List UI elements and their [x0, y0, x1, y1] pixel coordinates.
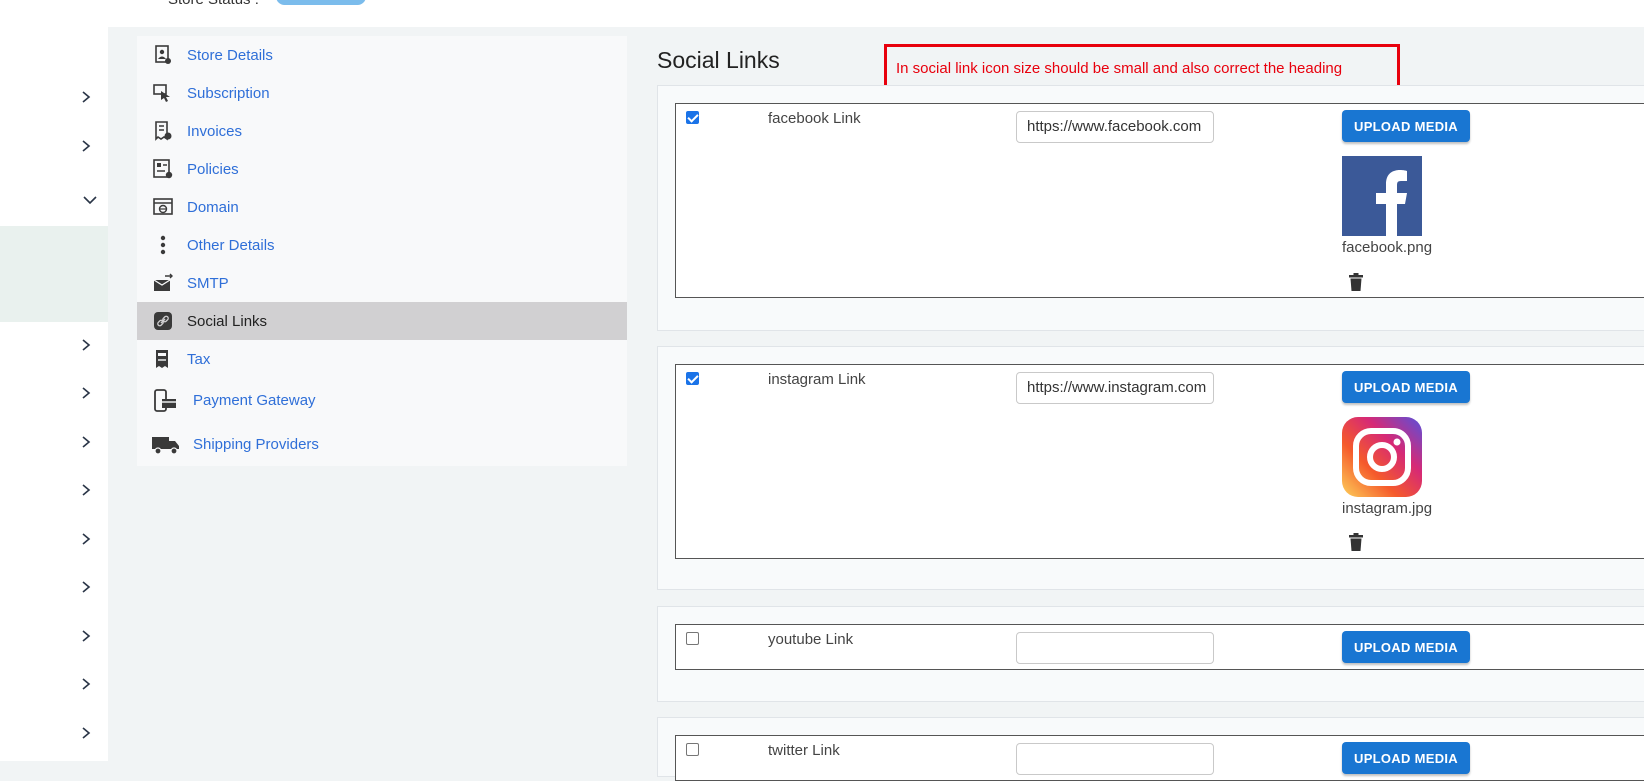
- menu-label: Shipping Providers: [193, 435, 319, 453]
- enable-checkbox[interactable]: [686, 743, 699, 756]
- chevron-right-icon[interactable]: [79, 483, 93, 497]
- menu-item-smtp[interactable]: SMTP: [137, 264, 627, 302]
- delete-icon[interactable]: [1348, 273, 1364, 291]
- menu-item-store-details[interactable]: Store Details: [137, 36, 627, 74]
- menu-label: Payment Gateway: [193, 391, 316, 409]
- menu-item-tax[interactable]: Tax: [137, 340, 627, 378]
- policies-icon: [153, 159, 173, 179]
- social-link-label: facebook Link: [768, 110, 861, 127]
- upload-media-button[interactable]: UPLOAD MEDIA: [1342, 371, 1470, 403]
- menu-item-social-links[interactable]: Social Links: [137, 302, 627, 340]
- link-icon: [153, 311, 173, 331]
- store-status-toggle[interactable]: [276, 0, 366, 5]
- subscription-icon: [153, 83, 173, 103]
- url-input[interactable]: [1016, 743, 1214, 775]
- menu-label: SMTP: [187, 274, 229, 292]
- social-link-row: instagram Link https://www.instagram.com…: [675, 364, 1644, 559]
- chevron-right-icon[interactable]: [79, 386, 93, 400]
- shipping-truck-icon: [151, 434, 181, 456]
- media-filename: instagram.jpg: [1342, 500, 1433, 517]
- chevron-right-icon[interactable]: [79, 532, 93, 546]
- menu-label: Social Links: [187, 312, 268, 330]
- tax-receipt-icon: [153, 349, 173, 369]
- facebook-logo-icon: [1342, 156, 1422, 236]
- social-link-row: twitter Link UPLOAD MEDIA: [675, 735, 1644, 781]
- review-annotation-text: In social link icon size should be small…: [896, 60, 1343, 77]
- payment-gateway-icon: [153, 389, 179, 413]
- enable-checkbox[interactable]: [686, 372, 699, 385]
- menu-item-payment-gateway[interactable]: Payment Gateway: [137, 380, 627, 420]
- menu-item-shipping-providers[interactable]: Shipping Providers: [137, 424, 627, 464]
- page-title: Social Links: [657, 47, 780, 73]
- menu-label: Policies: [187, 160, 239, 178]
- social-link-label: instagram Link: [768, 371, 866, 388]
- social-link-label: twitter Link: [768, 742, 840, 759]
- chevron-right-icon[interactable]: [79, 338, 93, 352]
- enable-checkbox[interactable]: [686, 111, 699, 124]
- social-link-card-instagram: instagram Link https://www.instagram.com…: [657, 346, 1644, 590]
- social-link-label: youtube Link: [768, 631, 854, 648]
- chevron-right-icon[interactable]: [79, 580, 93, 594]
- upload-media-button[interactable]: UPLOAD MEDIA: [1342, 110, 1470, 142]
- url-input[interactable]: https://www.facebook.com: [1016, 111, 1214, 143]
- chevron-right-icon[interactable]: [79, 139, 93, 153]
- social-link-row: youtube Link UPLOAD MEDIA: [675, 624, 1644, 670]
- menu-label: Domain: [187, 198, 239, 216]
- chevron-right-icon[interactable]: [79, 677, 93, 691]
- chevron-right-icon[interactable]: [79, 629, 93, 643]
- domain-icon: [153, 197, 173, 217]
- chevron-down-icon[interactable]: [83, 193, 97, 207]
- store-details-icon: [153, 45, 173, 65]
- menu-item-subscription[interactable]: Subscription: [137, 74, 627, 112]
- instagram-logo-icon: [1342, 417, 1422, 497]
- social-link-card-youtube: youtube Link UPLOAD MEDIA: [657, 606, 1644, 702]
- upload-media-button[interactable]: UPLOAD MEDIA: [1342, 742, 1470, 774]
- menu-item-invoices[interactable]: Invoices: [137, 112, 627, 150]
- invoices-icon: [153, 121, 173, 141]
- menu-label: Subscription: [187, 84, 270, 102]
- url-input[interactable]: [1016, 632, 1214, 664]
- menu-item-domain[interactable]: Domain: [137, 188, 627, 226]
- media-filename: facebook.png: [1342, 239, 1433, 256]
- more-vertical-icon: [153, 235, 173, 255]
- chevron-right-icon[interactable]: [79, 435, 93, 449]
- upload-media-button[interactable]: UPLOAD MEDIA: [1342, 631, 1470, 663]
- smtp-mail-icon: [153, 273, 173, 293]
- chevron-right-icon[interactable]: [79, 726, 93, 740]
- url-input[interactable]: https://www.instagram.com: [1016, 372, 1214, 404]
- menu-label: Store Details: [187, 46, 273, 64]
- social-link-card-twitter: twitter Link UPLOAD MEDIA: [657, 717, 1644, 781]
- store-status-label: Store Status :: [168, 0, 259, 8]
- top-bar: Store Status :: [0, 0, 1644, 27]
- settings-menu: Store Details Subscription Invoices Poli…: [137, 36, 627, 466]
- menu-item-policies[interactable]: Policies: [137, 150, 627, 188]
- enable-checkbox[interactable]: [686, 632, 699, 645]
- menu-label: Other Details: [187, 236, 275, 254]
- left-nav-active-section: [0, 226, 108, 322]
- menu-item-other-details[interactable]: Other Details: [137, 226, 627, 264]
- delete-icon[interactable]: [1348, 533, 1364, 551]
- menu-label: Tax: [187, 350, 211, 368]
- social-link-row: facebook Link https://www.facebook.com U…: [675, 103, 1644, 298]
- menu-label: Invoices: [187, 122, 243, 140]
- social-link-card-facebook: facebook Link https://www.facebook.com U…: [657, 85, 1644, 331]
- chevron-right-icon[interactable]: [79, 90, 93, 104]
